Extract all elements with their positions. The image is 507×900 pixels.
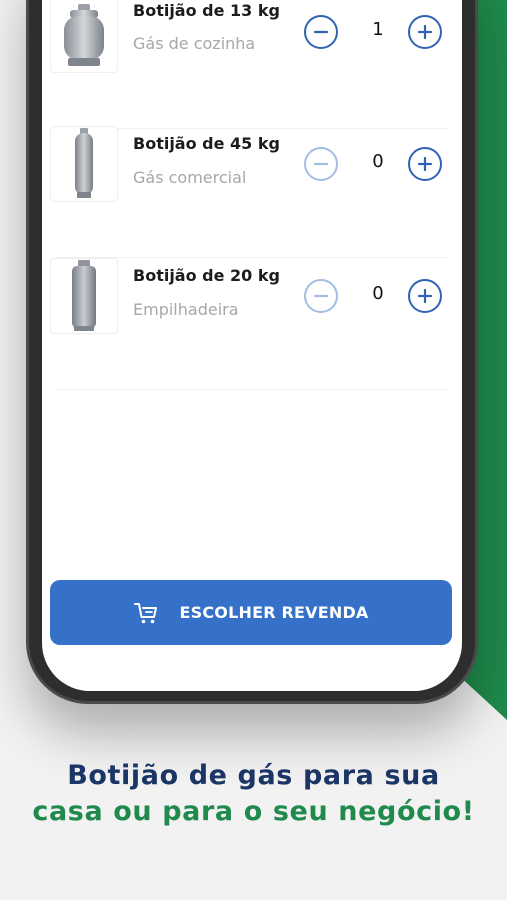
quantity-value: 1 bbox=[372, 19, 384, 40]
increase-quantity-button[interactable] bbox=[408, 15, 442, 49]
product-name: Botijão de 45 kg bbox=[133, 134, 280, 153]
product-image-20kg bbox=[50, 258, 118, 334]
product-description: Gás de cozinha bbox=[133, 34, 256, 53]
product-row: Botijão de 45 kg Gás comercial 0 bbox=[50, 126, 454, 258]
minus-icon bbox=[313, 30, 329, 34]
plus-icon bbox=[417, 24, 433, 40]
minus-icon bbox=[313, 162, 329, 166]
phone-frame: Botijão de 13 kg Gás de cozinha 1 Botijã… bbox=[26, 0, 478, 704]
product-description: Empilhadeira bbox=[133, 300, 239, 319]
phone-screen: Botijão de 13 kg Gás de cozinha 1 Botijã… bbox=[42, 0, 462, 691]
quantity-value: 0 bbox=[372, 283, 384, 304]
product-image-13kg bbox=[50, 0, 118, 73]
choose-reseller-button[interactable]: ESCOLHER REVENDA bbox=[50, 580, 452, 645]
decrease-quantity-button[interactable] bbox=[304, 147, 338, 181]
plus-icon bbox=[417, 288, 433, 304]
plus-icon bbox=[417, 156, 433, 172]
product-description: Gás comercial bbox=[133, 168, 247, 187]
product-image-45kg bbox=[50, 126, 118, 202]
headline-line-2: casa ou para o seu negócio! bbox=[32, 796, 475, 827]
product-row: Botijão de 13 kg Gás de cozinha 1 bbox=[50, 0, 454, 129]
product-name: Botijão de 20 kg bbox=[133, 266, 280, 285]
cart-icon bbox=[134, 602, 158, 623]
minus-icon bbox=[313, 294, 329, 298]
product-row: Botijão de 20 kg Empilhadeira 0 bbox=[50, 258, 454, 390]
increase-quantity-button[interactable] bbox=[408, 279, 442, 313]
headline-line-1: Botijão de gás para sua bbox=[67, 760, 440, 791]
decrease-quantity-button[interactable] bbox=[304, 279, 338, 313]
increase-quantity-button[interactable] bbox=[408, 147, 442, 181]
choose-reseller-label: ESCOLHER REVENDA bbox=[179, 603, 369, 622]
decrease-quantity-button[interactable] bbox=[304, 15, 338, 49]
product-name: Botijão de 13 kg bbox=[133, 1, 280, 20]
quantity-value: 0 bbox=[372, 151, 384, 172]
